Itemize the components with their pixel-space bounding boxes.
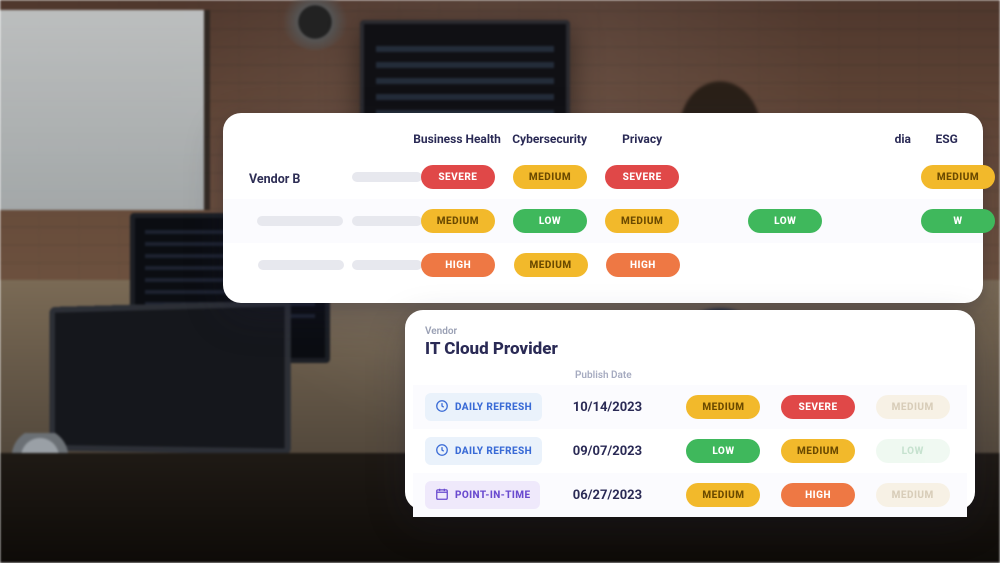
severity-pill: LOW <box>748 209 822 233</box>
severity-pill: MEDIUM <box>781 439 855 463</box>
severity-pill: LOW <box>876 439 950 463</box>
publish-date: 06/27/2023 <box>573 488 671 503</box>
severity-pill: MEDIUM <box>513 165 587 189</box>
window <box>0 10 210 210</box>
severity-pill: MEDIUM <box>686 395 760 419</box>
table-row[interactable]: POINT-IN-TIME 06/27/2023 MEDIUM HIGH MEDIUM <box>413 473 967 517</box>
publish-date: 10/14/2023 <box>573 400 671 415</box>
table-row[interactable]: Vendor BSEVEREMEDIUMSEVEREMEDIUM <box>223 155 983 199</box>
chip-label: DAILY REFRESH <box>455 402 532 413</box>
daily-refresh-chip[interactable]: DAILY REFRESH <box>425 437 542 465</box>
daily-refresh-chip[interactable]: DAILY REFRESH <box>425 393 542 421</box>
col-cybersecurity: Cybersecurity <box>503 132 596 146</box>
severity-pill: HIGH <box>781 483 855 507</box>
vendor-subtitle: Vendor <box>425 326 955 337</box>
vendor-detail-card: Vendor IT Cloud Provider Publish Date DA… <box>405 310 975 510</box>
severity-pill: MEDIUM <box>686 483 760 507</box>
table-row[interactable]: HIGH MEDIUM HIGH <box>223 243 983 287</box>
severity-pill: MEDIUM <box>421 209 495 233</box>
skeleton-placeholder <box>257 216 343 226</box>
col-privacy: Privacy <box>596 132 689 146</box>
severity-pill: MEDIUM <box>876 483 950 507</box>
vendor-name: Vendor B <box>249 172 300 187</box>
severity-pill: SEVERE <box>605 165 679 189</box>
col-dia: dia <box>883 132 922 146</box>
severity-pill: W <box>921 209 995 233</box>
col-business-health: Business Health <box>411 132 504 146</box>
severity-pill: MEDIUM <box>605 209 679 233</box>
severity-pill: MEDIUM <box>876 395 950 419</box>
severity-pill: HIGH <box>606 253 680 277</box>
clock-icon <box>435 399 449 416</box>
severity-pill: LOW <box>513 209 587 233</box>
table-row[interactable]: MEDIUMLOWMEDIUMLOWW <box>223 199 983 243</box>
publish-date-label: Publish Date <box>575 366 675 383</box>
table-row[interactable]: DAILY REFRESH 10/14/2023 MEDIUM SEVERE MEDIU… <box>413 385 967 429</box>
skeleton-placeholder <box>258 260 344 270</box>
col-esg: ESG <box>922 132 971 146</box>
severity-pill: SEVERE <box>421 165 495 189</box>
vendor-title: IT Cloud Provider <box>425 339 955 359</box>
severity-pill: MEDIUM <box>514 253 588 277</box>
severity-pill: SEVERE <box>781 395 855 419</box>
chip-label: POINT-IN-TIME <box>455 490 530 501</box>
risk-matrix-header: Business Health Cybersecurity Privacy di… <box>223 123 983 155</box>
point-in-time-chip[interactable]: POINT-IN-TIME <box>425 481 540 509</box>
chip-label: DAILY REFRESH <box>455 446 532 457</box>
severity-pill: MEDIUM <box>921 165 995 189</box>
severity-pill: LOW <box>686 439 760 463</box>
severity-pill: HIGH <box>421 253 495 277</box>
clock-icon <box>435 443 449 460</box>
table-row[interactable]: DAILY REFRESH 09/07/2023 LOW MEDIUM LOW <box>413 429 967 473</box>
publish-date: 09/07/2023 <box>573 444 671 459</box>
risk-matrix-card: Business Health Cybersecurity Privacy di… <box>223 113 983 303</box>
calendar-icon <box>435 487 449 504</box>
